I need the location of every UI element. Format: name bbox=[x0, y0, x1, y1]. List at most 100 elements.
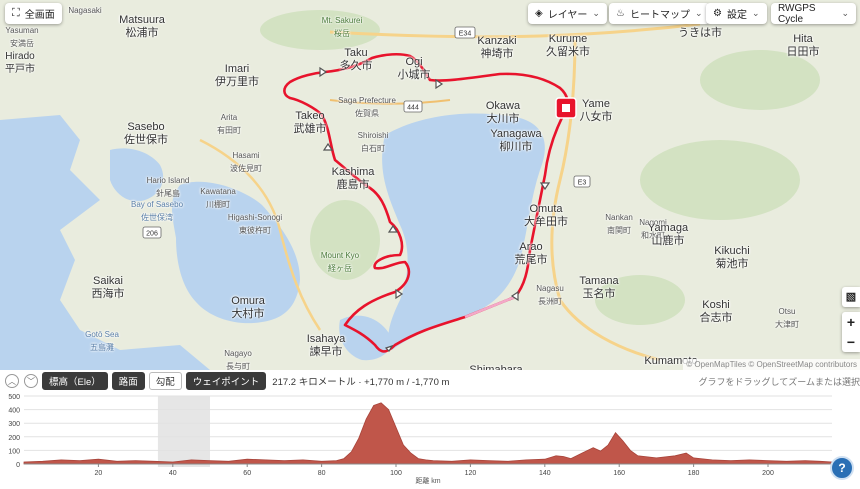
place-name-ja: 菊池市 bbox=[715, 258, 749, 270]
road-shield-444: 444 bbox=[403, 100, 423, 113]
chevron-down-icon: ⌄ bbox=[751, 8, 760, 18]
place-name-ja: 柳川市 bbox=[499, 141, 533, 153]
place-name-ja: 伊万里市 bbox=[215, 76, 259, 88]
basemap-select[interactable]: RWGPS Cycle ⌄ bbox=[771, 3, 856, 25]
chevron-up-icon: ︿ bbox=[8, 376, 16, 386]
place-name-en: Hita bbox=[793, 33, 813, 45]
place-name-en: Mt. Sakurei bbox=[321, 16, 363, 25]
elevation-chart-svg[interactable]: 0 100 200 300 400 500 20 40 60 80 100 120 140 160 180 2… bbox=[0, 392, 860, 485]
place-name-ja: 神埼市 bbox=[480, 48, 514, 60]
elevation-chart[interactable]: 0 100 200 300 400 500 20 40 60 80 100 120 140 160 180 2… bbox=[0, 392, 860, 485]
place-label: Gotō Sea 五島灘 bbox=[85, 328, 119, 354]
map-view[interactable]: E34 444 E3 206 Nagasaki Yasuman 安満岳 Hirado 平… bbox=[0, 0, 860, 370]
place-label: Mt. Sakurei 桜岳 bbox=[322, 14, 362, 40]
place-name-ja: 合志市 bbox=[699, 312, 733, 324]
place-name-ja: 松浦市 bbox=[125, 27, 159, 39]
place-name-en: Yame bbox=[582, 98, 610, 110]
place-name-en: Kanzaki bbox=[477, 35, 517, 47]
place-name-en: Nagayo bbox=[224, 349, 252, 358]
place-name-en: Kurume bbox=[548, 33, 588, 45]
place-name-ja: 大津町 bbox=[775, 320, 799, 329]
place-name-ja: 諫早市 bbox=[309, 346, 343, 358]
place-name-en: Arita bbox=[220, 113, 238, 122]
place-name-en: Takeo bbox=[295, 110, 325, 122]
place-label: Nagasaki bbox=[68, 4, 101, 17]
place-label: Tamana 玉名市 bbox=[579, 275, 618, 301]
zoom-out-button[interactable]: − bbox=[842, 332, 860, 352]
collapse-down-button[interactable]: ﹀ bbox=[24, 374, 38, 388]
place-name-en: Hario Island bbox=[146, 176, 190, 185]
place-label: Imari 伊万里市 bbox=[215, 63, 259, 89]
tab-grade[interactable]: 勾配 bbox=[148, 372, 182, 390]
chart-selection bbox=[157, 396, 211, 467]
road-shield-e34: E34 bbox=[454, 26, 476, 39]
y-tick-label: 300 bbox=[8, 421, 20, 428]
zoom-control: + − bbox=[842, 312, 860, 352]
fullscreen-icon: ⛶ bbox=[12, 7, 20, 19]
place-label: Shiroishi 白石町 bbox=[358, 129, 389, 155]
place-name-en: Shiroishi bbox=[357, 131, 389, 140]
place-name-en: Otsu bbox=[778, 307, 796, 316]
place-name-en: Imari bbox=[224, 63, 250, 75]
place-label: Kawatana 川棚町 bbox=[200, 185, 236, 211]
place-label: Koshi 合志市 bbox=[700, 299, 733, 325]
place-name-ja: 玉名市 bbox=[582, 288, 616, 300]
x-tick-label: 160 bbox=[613, 470, 625, 477]
place-label: Hasami 波佐見町 bbox=[230, 149, 262, 175]
y-tick-label: 200 bbox=[8, 435, 20, 442]
place-label: Matsuura 松浦市 bbox=[119, 14, 165, 40]
place-name-en: Kikuchi bbox=[714, 245, 750, 257]
map-style-button[interactable]: ▧ bbox=[842, 287, 860, 307]
place-name-en: Kashima bbox=[331, 166, 375, 178]
place-label: Hita 日田市 bbox=[787, 33, 820, 59]
svg-text:E34: E34 bbox=[459, 31, 472, 38]
help-button[interactable]: ? bbox=[830, 456, 854, 480]
place-label: Takeo 武雄市 bbox=[294, 110, 327, 136]
place-name-en: Taku bbox=[344, 47, 368, 59]
collapse-up-button[interactable]: ︿ bbox=[5, 374, 19, 388]
chevron-down-icon: ﹀ bbox=[27, 376, 35, 386]
place-name-en: Okawa bbox=[485, 100, 521, 112]
place-label: Bay of Sasebo 佐世保湾 bbox=[131, 198, 183, 224]
tab-surface[interactable]: 路面 bbox=[111, 372, 145, 390]
x-tick-label: 120 bbox=[465, 470, 477, 477]
tab-waypoints[interactable]: ウェイポイント bbox=[185, 372, 267, 390]
place-name-ja: 川棚町 bbox=[206, 200, 230, 209]
layers-button[interactable]: ◈ レイヤー ⌄ bbox=[528, 3, 607, 24]
place-name-en: Saga Prefecture bbox=[338, 96, 396, 105]
place-name-ja: 佐世保湾 bbox=[140, 213, 173, 222]
route-arrow bbox=[395, 288, 404, 300]
place-label: Sasebo 佐世保市 bbox=[124, 121, 168, 147]
chevron-down-icon: ⌄ bbox=[841, 8, 849, 18]
chevron-down-icon: ⌄ bbox=[694, 8, 703, 18]
place-name-en: Bay of Sasebo bbox=[130, 200, 184, 209]
zoom-in-button[interactable]: + bbox=[842, 312, 860, 332]
place-label: Yamaga 山鹿市 bbox=[648, 222, 688, 248]
place-name-en: Gotō Sea bbox=[85, 330, 119, 339]
flame-icon: ♨ bbox=[616, 8, 625, 19]
place-name-ja: 鹿島市 bbox=[336, 179, 370, 191]
question-icon: ? bbox=[838, 461, 846, 475]
place-name-ja: 多久市 bbox=[339, 60, 373, 72]
fullscreen-button[interactable]: ⛶ 全画面 bbox=[5, 3, 62, 24]
layers-icon: ◈ bbox=[535, 8, 543, 19]
place-label: Hario Island 針尾島 bbox=[147, 174, 190, 200]
heatmap-button[interactable]: ♨ ヒートマップ ⌄ bbox=[609, 3, 710, 24]
x-tick-label: 140 bbox=[539, 470, 551, 477]
map-icon: ▧ bbox=[845, 291, 857, 303]
place-name-en: Arao bbox=[519, 241, 543, 253]
x-tick-label: 80 bbox=[318, 470, 326, 477]
map-attribution[interactable]: © OpenMapTiles © OpenStreetMap contribut… bbox=[683, 359, 860, 370]
settings-button[interactable]: ⚙ 設定 ⌄ bbox=[706, 3, 767, 24]
place-name-en: Sasebo bbox=[127, 121, 165, 133]
place-name-ja: 波佐見町 bbox=[230, 164, 262, 173]
tab-elevation[interactable]: 標高（Ele） bbox=[42, 372, 108, 390]
x-tick-label: 40 bbox=[169, 470, 177, 477]
place-name-ja: 荒尾市 bbox=[514, 254, 548, 266]
layers-label: レイヤー bbox=[547, 10, 588, 21]
place-label: Okawa 大川市 bbox=[486, 100, 520, 126]
x-tick-label: 200 bbox=[762, 470, 774, 477]
place-name-en: Nankan bbox=[605, 213, 633, 222]
place-label: Yasuman 安満岳 bbox=[5, 24, 38, 50]
place-name-ja: 佐賀県 bbox=[355, 109, 379, 118]
